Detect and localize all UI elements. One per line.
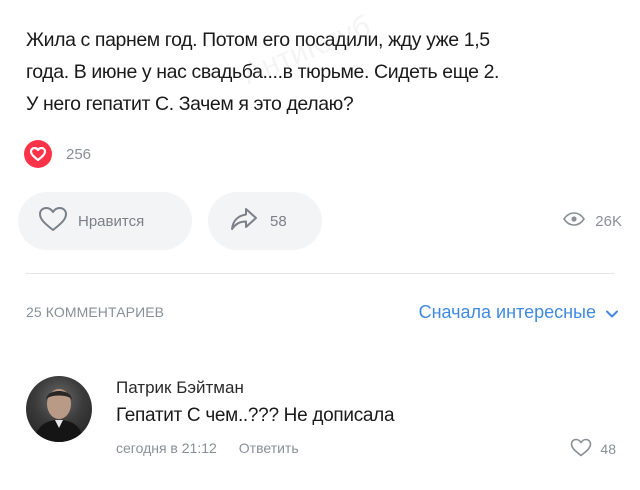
share-icon bbox=[230, 206, 258, 236]
heart-icon bbox=[38, 206, 68, 236]
post-text-line: Жила с парнем год. Потом его посадили, ж… bbox=[26, 29, 490, 51]
comment-likes-count: 48 bbox=[600, 441, 616, 457]
sort-dropdown[interactable]: Сначала интересные bbox=[419, 302, 618, 323]
post-text: Жила с парнем год. Потом его посадили, ж… bbox=[26, 24, 611, 120]
heart-icon bbox=[570, 438, 592, 460]
comment-author[interactable]: Патрик Бэйтман bbox=[116, 378, 244, 398]
comment-like-button[interactable]: 48 bbox=[570, 438, 616, 460]
views-count: 26K bbox=[595, 212, 622, 230]
views-counter: 26K bbox=[563, 212, 622, 230]
shares-count: 58 bbox=[270, 212, 287, 230]
heart-reaction-icon bbox=[24, 140, 52, 168]
avatar[interactable] bbox=[26, 376, 92, 442]
divider bbox=[26, 273, 614, 274]
like-label: Нравится bbox=[78, 212, 145, 230]
reactions-count: 256 bbox=[66, 145, 92, 163]
reactions-summary[interactable]: 256 bbox=[24, 138, 91, 170]
like-button[interactable]: Нравится bbox=[18, 192, 192, 250]
share-button[interactable]: 58 bbox=[208, 192, 322, 250]
reply-button[interactable]: Ответить bbox=[239, 440, 299, 456]
comment-meta: сегодня в 21:12 Ответить bbox=[116, 440, 299, 456]
sort-label: Сначала интересные bbox=[418, 302, 596, 322]
post-text-line: года. В июне у нас свадьба....в тюрьме. … bbox=[26, 61, 500, 83]
comments-count: 25 КОММЕНТАРИЕВ bbox=[26, 304, 165, 320]
eye-icon bbox=[563, 212, 586, 230]
comment-text: Гепатит С чем..??? Не дописала bbox=[116, 405, 395, 426]
comment-time: сегодня в 21:12 bbox=[116, 440, 217, 456]
post-text-line: У него гепатит С. Зачем я это делаю? bbox=[26, 93, 354, 115]
chevron-down-icon bbox=[606, 302, 618, 323]
